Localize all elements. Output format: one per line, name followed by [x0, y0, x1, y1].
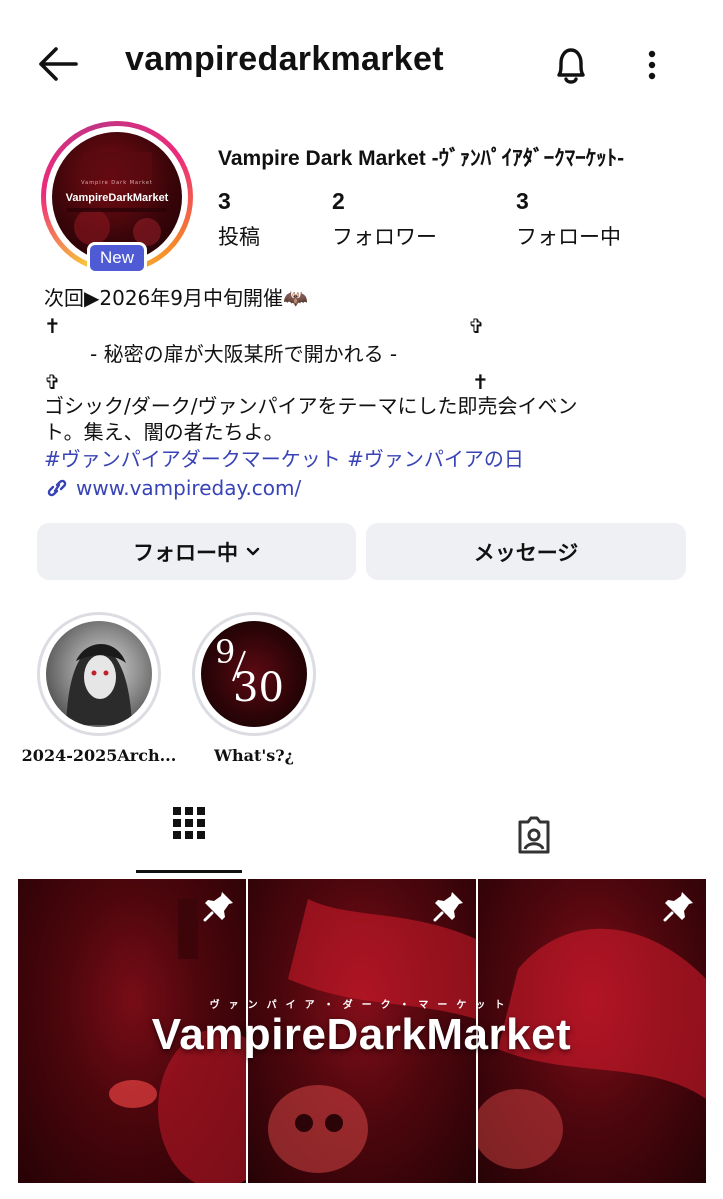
stat-posts-label: 投稿	[218, 225, 260, 249]
top-bar: vampiredarkmarket	[0, 0, 723, 130]
grid-tab-icon[interactable]	[172, 806, 206, 840]
stat-followers[interactable]: 2 フォロワー	[332, 188, 437, 251]
tagged-tab-icon[interactable]	[514, 816, 554, 856]
portrait-artwork	[66, 644, 132, 725]
message-button-label: メッセージ	[473, 541, 579, 565]
highlight-archive-cover	[46, 621, 152, 727]
highlight-archive[interactable]: 2024-2025Arch...	[22, 612, 176, 765]
avatar-title: VampireDarkMarket	[65, 192, 169, 204]
display-name: Vampire Dark Market -ｳﾞｧﾝﾊﾟｲｱﾀﾞｰｸﾏｰｹｯﾄ-	[218, 147, 625, 170]
bio-line-1: 次回▶2026年9月中旬開催🦇	[44, 286, 308, 310]
grid-banner-subtitle: ヴァンパイア・ダーク・マーケット	[209, 1000, 514, 1011]
highlight-archive-label: 2024-2025Arch...	[21, 746, 177, 765]
back-arrow-icon[interactable]	[36, 44, 78, 84]
highlight-ring	[37, 612, 161, 736]
highlight-whats-cover: 9 30	[201, 621, 307, 727]
more-vertical-icon[interactable]	[640, 46, 664, 86]
active-tab-indicator	[136, 870, 242, 873]
bio-line-4: ト。集え、闇の者たちよ。	[44, 420, 284, 444]
profile-username: vampiredarkmarket	[125, 40, 444, 78]
stat-posts[interactable]: 3 投稿	[218, 188, 260, 251]
following-button-label: フォロー中	[133, 541, 238, 565]
highlight-whats-label: What's?¿	[213, 746, 294, 765]
stat-followers-label: フォロワー	[332, 225, 437, 249]
bio-link-text[interactable]: www.vampireday.com/	[76, 476, 301, 500]
stat-followers-count: 2	[332, 188, 345, 214]
avatar-subtitle: Vampire Dark Market	[81, 180, 153, 186]
bio-line-2: - 秘密の扉が大阪某所で開かれる -	[90, 342, 398, 366]
new-badge: New	[87, 242, 147, 274]
link-icon	[47, 479, 67, 497]
stat-posts-count: 3	[218, 188, 231, 214]
highlight-ring: 9 30	[192, 612, 316, 736]
bio-cross-3: ✞	[44, 370, 61, 394]
bio-line-3: ゴシック/ダーク/ヴァンパイアをテーマにした即売会イベン	[44, 394, 578, 418]
chevron-down-icon	[246, 547, 260, 555]
following-button[interactable]: フォロー中	[37, 523, 356, 580]
message-button[interactable]: メッセージ	[366, 523, 686, 580]
pin-icon	[203, 892, 233, 922]
highlight-date-bottom: 30	[233, 665, 284, 711]
bio-cross-2: ✞	[468, 314, 485, 338]
bio-hashtags[interactable]: #ヴァンパイアダークマーケット #ヴァンパイアの日	[44, 446, 524, 473]
pin-icon	[663, 892, 693, 922]
bio-cross-4: ✝	[472, 370, 489, 394]
bio-link[interactable]: www.vampireday.com/	[44, 476, 301, 500]
pin-icon	[433, 892, 463, 922]
grid-banner-title: VampireDarkMarket	[151, 1010, 572, 1059]
stat-following-count: 3	[516, 188, 529, 214]
highlight-whats[interactable]: 9 30 What's?¿	[192, 612, 316, 765]
stat-following-label: フォロー中	[516, 225, 621, 249]
stat-following[interactable]: 3 フォロー中	[516, 188, 621, 251]
bell-icon[interactable]	[548, 42, 594, 88]
bio-cross-1: ✝	[44, 314, 61, 338]
